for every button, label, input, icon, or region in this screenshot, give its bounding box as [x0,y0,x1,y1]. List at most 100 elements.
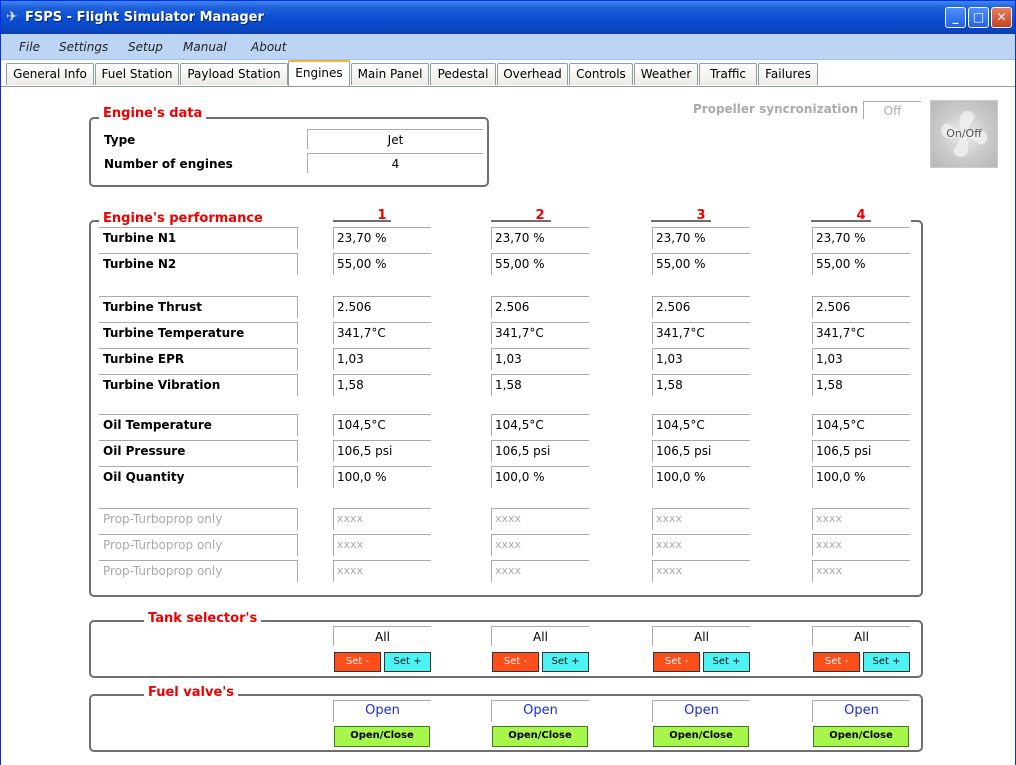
engines-data-group [89,117,489,187]
engine-1-value: 55,00 % [333,253,431,275]
tank-2-set-minus-button[interactable]: Set - [492,652,539,672]
engine-4-value: xxxx [812,534,910,556]
engine-3-value: 341,7°C [652,322,750,344]
engine-3-value: 1,58 [652,374,750,396]
performance-row-label: Oil Temperature [103,418,212,432]
performance-row-label-box: Turbine Vibration [99,374,298,396]
menu-bar: File Settings Setup Manual About [1,34,1015,60]
tab-overhead[interactable]: Overhead [497,63,568,85]
performance-row-label: Prop-Turboprop only [103,512,223,526]
engine-4-value: 104,5°C [812,414,910,436]
tab-general-info[interactable]: General Info [6,63,94,85]
performance-row-label-box: Turbine N2 [99,253,298,275]
menu-about[interactable]: About [251,40,286,54]
tab-controls[interactable]: Controls [569,63,633,85]
engine-column-3: 3 [696,208,706,223]
engines-data-legend: Engine's data [99,106,207,121]
menu-manual[interactable]: Manual [183,40,227,54]
window-title: FSPS - Flight Simulator Manager [25,10,264,25]
engine-3-value: 100,0 % [652,466,750,488]
engine-3-value: 55,00 % [652,253,750,275]
fuel-valves-legend: Fuel valve's [144,685,238,700]
fuel-valve-2-state: Open [491,700,589,722]
engine-4-value: 2.506 [812,296,910,318]
engine-3-value: xxxx [652,560,750,582]
performance-row-label: Oil Pressure [103,444,186,458]
engine-2-value: xxxx [491,508,589,530]
maximize-button[interactable]: □ [968,7,989,28]
tab-pedestal[interactable]: Pedestal [430,63,496,85]
engine-4-value: xxxx [812,560,910,582]
performance-row-label: Turbine N2 [103,257,177,271]
engine-4-value: 341,7°C [812,322,910,344]
engine-4-value: 1,58 [812,374,910,396]
minimize-button[interactable]: _ [945,7,966,28]
engine-type-value: Jet [307,129,483,149]
performance-row-label: Turbine EPR [103,352,185,366]
tab-main-panel[interactable]: Main Panel [351,63,429,85]
fuel-valve-1-open-close-button[interactable]: Open/Close [334,726,430,747]
engine-2-value: 1,58 [491,374,589,396]
engine-2-value: 104,5°C [491,414,589,436]
tank-4-set-plus-button[interactable]: Set + [863,652,910,672]
performance-row-label: Turbine Temperature [103,326,245,340]
menu-settings[interactable]: Settings [59,40,108,54]
engine-2-value: 1,03 [491,348,589,370]
propeller-sync-value: Off [863,101,921,119]
engine-1-value: xxxx [333,508,431,530]
engine-3-value: 2.506 [652,296,750,318]
performance-row-label: Oil Quantity [103,470,185,484]
tab-failures[interactable]: Failures [758,63,818,85]
fuel-valve-3-state: Open [652,700,750,722]
close-button[interactable]: ✕ [991,7,1012,28]
menu-setup[interactable]: Setup [128,40,163,54]
engine-2-value: xxxx [491,560,589,582]
tab-engines[interactable]: Engines [288,60,350,86]
tank-3-set-minus-button[interactable]: Set - [653,652,700,672]
engine-1-value: 100,0 % [333,466,431,488]
tab-bar: General Info Fuel Station Payload Statio… [1,60,1015,87]
menu-file[interactable]: File [19,40,40,54]
engine-3-value: xxxx [652,534,750,556]
performance-row-label: Turbine N1 [103,231,177,245]
engine-4-value: 1,03 [812,348,910,370]
engine-1-value: 23,70 % [333,227,431,249]
performance-row-label: Turbine Thrust [103,300,202,314]
propeller-onoff-button[interactable]: On/Off [930,100,998,168]
performance-row-label: Prop-Turboprop only [103,538,223,552]
engine-2-value: 23,70 % [491,227,589,249]
performance-row-label-box: Prop-Turboprop only [99,508,298,530]
engine-3-value: xxxx [652,508,750,530]
engine-1-value: 341,7°C [333,322,431,344]
tab-payload-station[interactable]: Payload Station [180,63,288,85]
performance-row-label-box: Oil Quantity [99,466,298,488]
fuel-valve-4-open-close-button[interactable]: Open/Close [813,726,909,747]
tab-fuel-station[interactable]: Fuel Station [95,63,179,85]
title-bar[interactable]: ✈ FSPS - Flight Simulator Manager _ □ ✕ [1,1,1015,34]
fuel-valve-2-open-close-button[interactable]: Open/Close [492,726,588,747]
legend-gap-2 [551,211,651,225]
engine-4-value: 23,70 % [812,227,910,249]
engine-count-value: 4 [307,153,483,173]
tank-1-set-minus-button[interactable]: Set - [334,652,381,672]
engine-4-value: 100,0 % [812,466,910,488]
engine-4-value: 55,00 % [812,253,910,275]
engine-column-2: 2 [535,208,545,223]
engine-3-value: 1,03 [652,348,750,370]
tank-3-set-plus-button[interactable]: Set + [703,652,750,672]
tank-2-set-plus-button[interactable]: Set + [542,652,589,672]
engine-1-value: 104,5°C [333,414,431,436]
engine-1-value: 106,5 psi [333,440,431,462]
engine-3-value: 104,5°C [652,414,750,436]
tab-weather[interactable]: Weather [634,63,698,85]
performance-row-label-box: Turbine EPR [99,348,298,370]
performance-row-label-box: Turbine N1 [99,227,298,249]
performance-row-label-box: Turbine Temperature [99,322,298,344]
fuel-valve-3-open-close-button[interactable]: Open/Close [653,726,749,747]
tab-traffic[interactable]: Traffic [699,63,757,85]
legend-gap-3 [711,211,811,225]
engines-tab-content: Engine's data Type Jet Number of engines… [1,87,1015,765]
tank-1-set-plus-button[interactable]: Set + [384,652,431,672]
tank-4-set-minus-button[interactable]: Set - [813,652,860,672]
propeller-sync-label: Propeller syncronization [693,102,859,116]
